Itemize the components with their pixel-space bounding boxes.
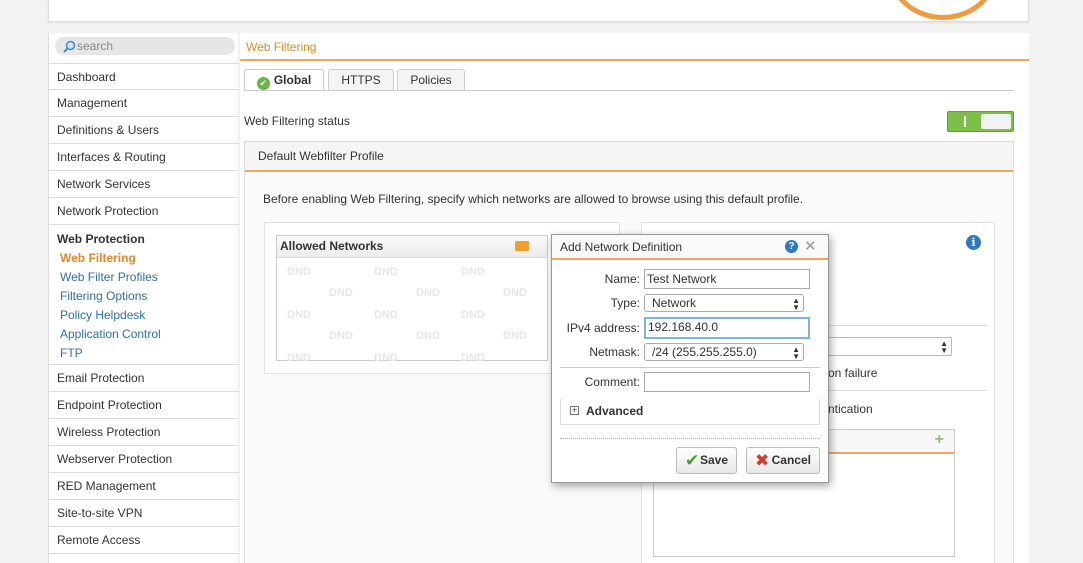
info-icon[interactable]: i <box>966 235 981 250</box>
netmask-label: Netmask: <box>589 345 640 359</box>
sidebar-item-dashboard[interactable]: Dashboard <box>49 63 239 90</box>
dialog-divider <box>560 367 820 368</box>
sidebar-item-red-management[interactable]: RED Management <box>49 473 239 500</box>
sidebar-subitem-policy-helpdesk[interactable]: Policy Helpdesk <box>57 306 239 325</box>
advanced-toggle[interactable]: + Advanced <box>560 399 820 425</box>
search-icon <box>63 40 76 53</box>
dnd-watermark-text: DND <box>503 330 527 342</box>
sidebar-item-remote-access[interactable]: Remote Access <box>49 527 239 554</box>
sidebar-item-definitions-users[interactable]: Definitions & Users <box>49 117 239 144</box>
ipv4-label: IPv4 address: <box>566 321 640 335</box>
sidebar-subitem-application-control[interactable]: Application Control <box>57 325 239 344</box>
right-text-authentication: ntication <box>828 402 873 416</box>
dialog-divider-dotted <box>560 438 820 439</box>
cancel-button[interactable]: ✖ Cancel <box>746 447 820 474</box>
type-label: Type: <box>610 296 640 310</box>
allowed-networks-title: Allowed Networks <box>277 236 547 258</box>
dnd-watermark-text: DND <box>461 309 485 321</box>
section-title: Default Webfilter Profile <box>245 142 1013 172</box>
sidebar-nav: Dashboard Management Definitions & Users… <box>49 63 239 554</box>
sidebar-group-web-protection: Web Protection Web Filtering Web Filter … <box>49 225 239 365</box>
tab-divider <box>244 90 1014 91</box>
status-toggle[interactable] <box>947 111 1014 132</box>
sidebar-item-network-services[interactable]: Network Services <box>49 171 239 198</box>
sidebar-item-email-protection[interactable]: Email Protection <box>49 365 239 392</box>
dnd-watermark-text: DND <box>374 352 398 364</box>
netmask-select-value: /24 (255.255.255.0) <box>652 345 757 359</box>
expand-icon: + <box>570 405 579 415</box>
comment-field[interactable] <box>644 372 810 392</box>
select-arrows-icon: ▲ ▼ <box>940 339 948 355</box>
cross-icon: ✖ <box>755 451 770 470</box>
cancel-button-label: Cancel <box>771 453 811 467</box>
sidebar-item-web-protection[interactable]: Web Protection <box>57 229 239 249</box>
dnd-watermark-text: DND <box>287 266 311 278</box>
dnd-watermark-text: DND <box>374 309 398 321</box>
dialog-header: Add Network Definition ? ✕ <box>552 235 828 260</box>
toggle-knob[interactable] <box>981 114 1011 129</box>
comment-label: Comment: <box>584 375 640 389</box>
advanced-label: Advanced <box>586 404 644 418</box>
sidebar-item-management[interactable]: Management <box>49 90 239 117</box>
check-icon: ✔ <box>256 77 270 90</box>
right-text-failure: on failure <box>828 366 878 380</box>
breadcrumb-current: Web Filtering <box>246 40 317 54</box>
sidebar-subitem-web-filter-profiles[interactable]: Web Filter Profiles <box>57 268 239 287</box>
sidebar-item-network-protection[interactable]: Network Protection <box>49 198 239 225</box>
section-hint: Before enabling Web Filtering, specify w… <box>263 192 804 206</box>
tab-https[interactable]: HTTPS <box>328 69 394 91</box>
type-select-value: Network <box>652 296 697 310</box>
search-input[interactable]: search <box>77 39 113 53</box>
dnd-watermark-text: DND <box>329 287 353 299</box>
close-icon[interactable]: ✕ <box>804 237 817 255</box>
sidebar-item-interfaces-routing[interactable]: Interfaces & Routing <box>49 144 239 171</box>
dnd-watermark-text: DND <box>461 266 485 278</box>
name-field[interactable]: Test Network <box>644 269 810 289</box>
dnd-watermark-text: DND <box>287 309 311 321</box>
type-select[interactable]: Network ▲ ▼ <box>644 294 804 312</box>
dnd-watermark-text: DND <box>416 287 440 299</box>
status-label: Web Filtering status <box>244 114 350 128</box>
name-label: Name: <box>604 272 640 286</box>
search-box[interactable]: search <box>55 37 235 55</box>
dnd-watermark-text: DND <box>503 287 527 299</box>
select-arrows-icon: ▲ ▼ <box>792 296 800 312</box>
add-network-dialog: Add Network Definition ? ✕ Name: Test Ne… <box>551 234 829 483</box>
ipv4-address-field[interactable]: 192.168.40.0 <box>644 317 810 339</box>
dnd-watermark-text: DND <box>461 352 485 364</box>
right-select[interactable]: ▲ ▼ <box>828 337 952 356</box>
checkmark-icon: ✔ <box>685 451 700 470</box>
tab-global-label: Global <box>273 73 312 87</box>
logo-arc <box>888 0 998 20</box>
dnd-watermark-text: DND <box>329 330 353 342</box>
sidebar-subitem-filtering-options[interactable]: Filtering Options <box>57 287 239 306</box>
tab-policies-label: Policies <box>410 73 452 87</box>
dialog-title: Add Network Definition <box>560 240 683 254</box>
save-button[interactable]: ✔ Save <box>676 447 737 474</box>
sidebar-item-site-to-site-vpn[interactable]: Site-to-site VPN <box>49 500 239 527</box>
save-button-label: Save <box>699 453 728 467</box>
folder-icon[interactable] <box>515 241 529 251</box>
tab-global[interactable]: ✔ Global <box>244 69 324 91</box>
select-arrows-icon: ▲ ▼ <box>792 345 800 361</box>
sidebar-subitem-web-filtering[interactable]: Web Filtering <box>57 249 239 268</box>
top-header <box>48 0 1029 22</box>
sidebar-item-webserver-protection[interactable]: Webserver Protection <box>49 446 239 473</box>
sidebar: search Dashboard Management Definitions … <box>48 33 239 563</box>
sidebar-item-endpoint-protection[interactable]: Endpoint Protection <box>49 392 239 419</box>
sidebar-subitem-ftp[interactable]: FTP <box>57 344 239 363</box>
sidebar-item-wireless-protection[interactable]: Wireless Protection <box>49 419 239 446</box>
toggle-on-mark <box>964 116 966 127</box>
netmask-select[interactable]: /24 (255.255.255.0) ▲ ▼ <box>644 343 804 361</box>
dnd-watermark-text: DND <box>374 266 398 278</box>
tab-policies[interactable]: Policies <box>397 69 465 91</box>
tab-https-label: HTTPS <box>341 73 381 87</box>
breadcrumb: Web Filtering <box>240 33 1029 61</box>
help-icon[interactable]: ? <box>785 240 798 253</box>
plus-icon[interactable]: + <box>935 431 944 449</box>
dnd-watermark-text: DND <box>416 330 440 342</box>
dnd-watermark-text: DND <box>287 352 311 364</box>
allowed-networks-box[interactable]: Allowed Networks DND DND DND DND DND DND DND DN… <box>276 235 548 364</box>
